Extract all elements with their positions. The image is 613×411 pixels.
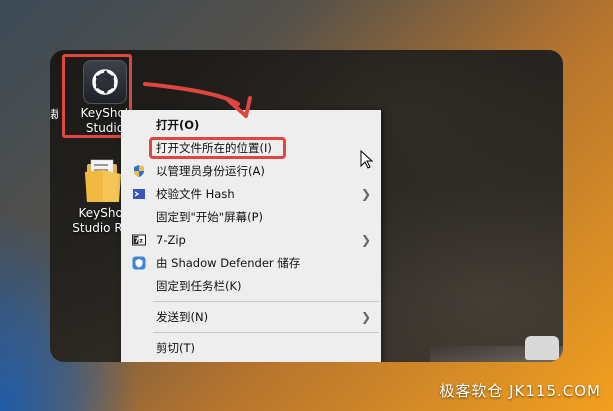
annotation-arrow (143, 82, 252, 118)
watermark-text: 极客软仓 JK115.COM (439, 382, 601, 400)
